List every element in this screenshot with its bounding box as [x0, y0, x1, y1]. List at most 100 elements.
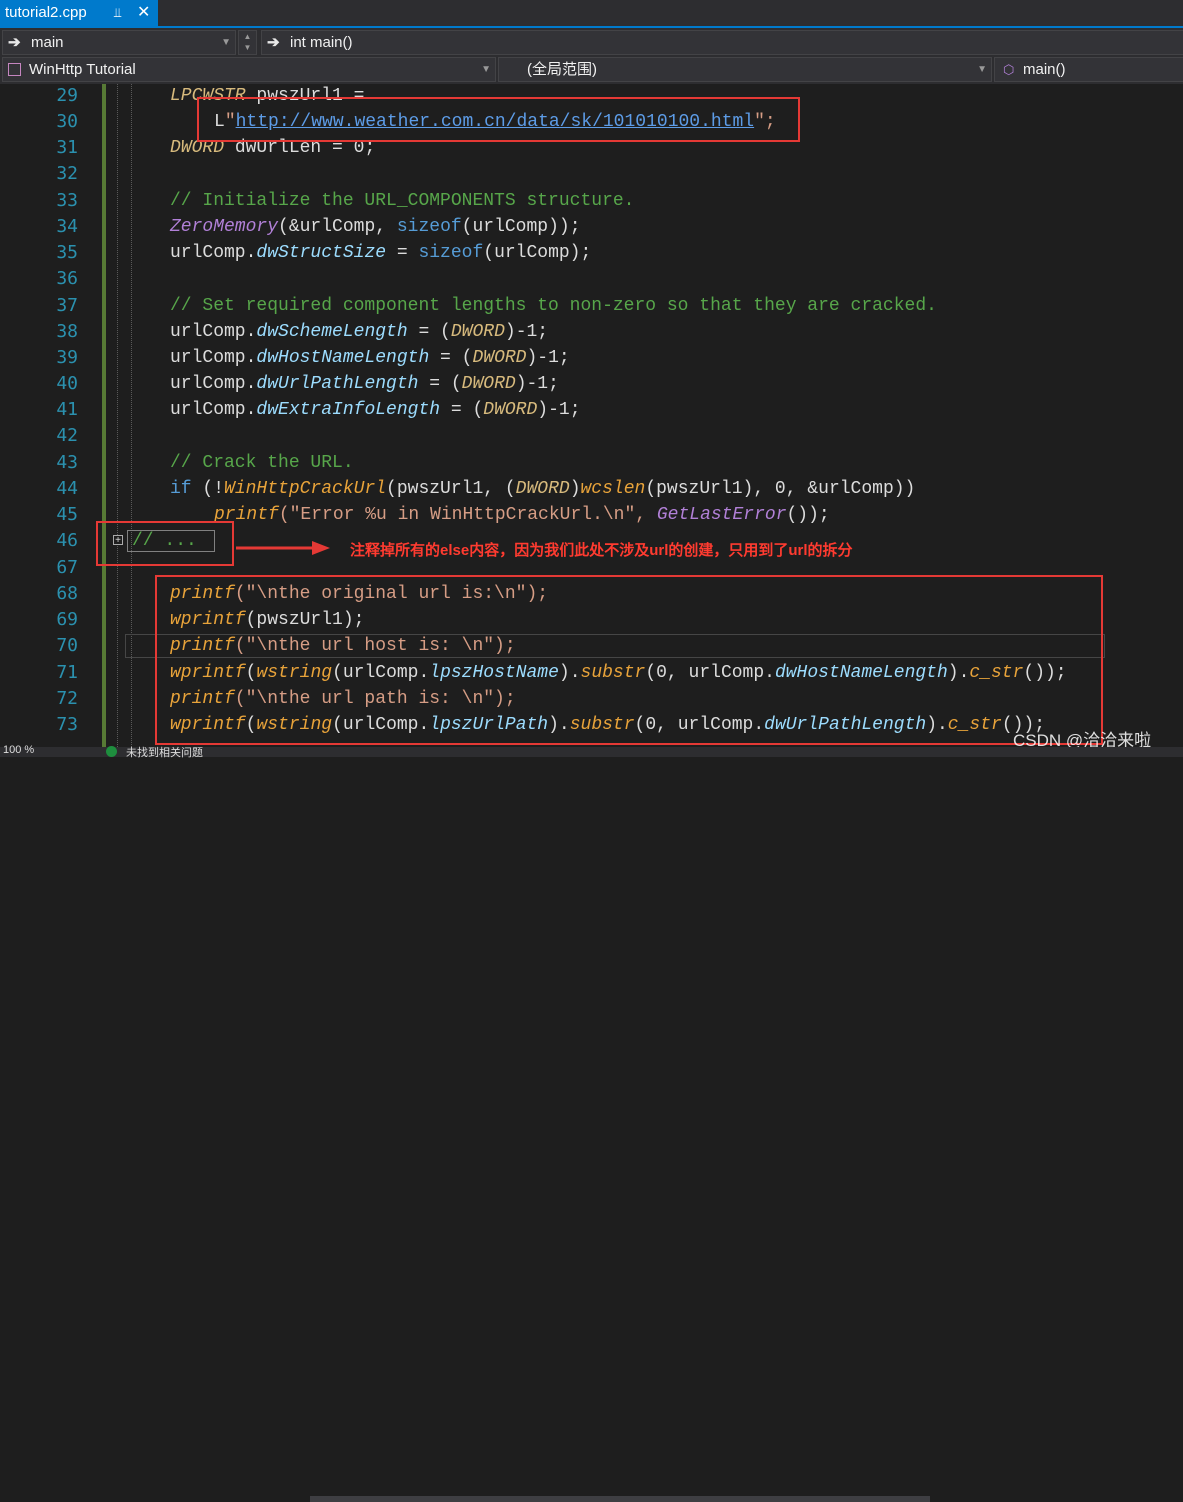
- token: if: [170, 479, 192, 499]
- code-editor[interactable]: 29 30 31 32 33 34 35 36 37 38 39 40 41 42 43 44 45 46 67 68…: [0, 84, 1183, 747]
- issues-status[interactable]: 未找到相关问题: [126, 744, 203, 760]
- line-number: 42: [56, 425, 78, 446]
- chevron-down-icon: ▼: [481, 64, 491, 75]
- function-dropdown[interactable]: ⬡ main(): [994, 57, 1183, 82]
- project-dropdown[interactable]: WinHttp Tutorial ▼: [2, 57, 496, 82]
- token: DWORD: [461, 374, 516, 394]
- member-dropdown[interactable]: ➔ int main(): [261, 30, 1183, 55]
- print-block-highlight-box: [155, 575, 1103, 745]
- line-number: 29: [56, 85, 78, 106]
- function-label: main(): [1023, 61, 1066, 78]
- token: ZeroMemory: [170, 217, 279, 237]
- token: urlComp.: [170, 243, 257, 263]
- token: urlComp.: [170, 322, 257, 342]
- member-label: int main(): [290, 34, 353, 51]
- code-line-39[interactable]: urlComp.dwHostNameLength = (DWORD)-1;: [170, 345, 570, 371]
- line-number: 43: [56, 452, 78, 473]
- project-icon: [8, 63, 21, 76]
- line-number: 45: [56, 504, 78, 525]
- line-number: 72: [56, 688, 78, 709]
- scope-label: main: [31, 34, 64, 51]
- line-number: 44: [56, 478, 78, 499]
- close-icon[interactable]: ✕: [137, 0, 150, 26]
- token: DWORD: [515, 479, 570, 499]
- token: dwStructSize: [256, 243, 387, 263]
- glyph-margin: [0, 84, 20, 747]
- token: dwSchemeLength: [256, 322, 408, 342]
- document-tab-strip: tutorial2.cpp ⫫ ✕: [0, 0, 1183, 28]
- chevron-down-icon: ▼: [221, 37, 231, 48]
- line-number: 38: [56, 321, 78, 342]
- token: DWORD: [450, 322, 505, 342]
- line-number: 67: [56, 557, 78, 578]
- code-line-43[interactable]: // Crack the URL.: [170, 450, 354, 476]
- token: wcslen: [580, 479, 646, 499]
- line-number: 31: [56, 137, 78, 158]
- scope-dropdown[interactable]: ➔ main ▼: [2, 30, 236, 55]
- token: DWORD: [483, 400, 538, 420]
- token: )-1;: [537, 400, 581, 420]
- line-number: 30: [56, 111, 78, 132]
- token: = (: [407, 322, 451, 342]
- token: DWORD: [472, 348, 527, 368]
- code-navigation-bar: WinHttp Tutorial ▼ (全局范围) ▼ ⬡ main(): [0, 56, 1183, 84]
- url-highlight-box: [197, 97, 800, 142]
- line-number: 34: [56, 216, 78, 237]
- token: (pwszUrl1, (: [386, 479, 516, 499]
- cube-icon: ⬡: [1003, 62, 1015, 77]
- token: = (: [418, 374, 462, 394]
- check-circle-icon: [106, 746, 117, 757]
- line-number: 71: [56, 662, 78, 683]
- token: dwExtraInfoLength: [256, 400, 441, 420]
- code-line-33[interactable]: // Initialize the URL_COMPONENTS structu…: [170, 188, 634, 214]
- line-number: 40: [56, 373, 78, 394]
- token: ("Error %u in WinHttpCrackUrl.\n",: [278, 505, 657, 525]
- token: urlComp.: [170, 374, 257, 394]
- code-line-44[interactable]: if (!WinHttpCrackUrl(pwszUrl1, (DWORD)wc…: [170, 476, 915, 502]
- token: ());: [786, 505, 830, 525]
- token: (urlComp));: [461, 217, 581, 237]
- status-bar: 100 % 未找到相关问题: [0, 744, 1183, 1502]
- token: )-1;: [526, 348, 570, 368]
- token: sizeof: [418, 243, 484, 263]
- code-line-37[interactable]: // Set required component lengths to non…: [170, 293, 937, 319]
- code-line-45[interactable]: printf("Error %u in WinHttpCrackUrl.\n",…: [214, 502, 830, 528]
- token: urlComp.: [170, 400, 257, 420]
- token: dwHostNameLength: [256, 348, 430, 368]
- token: = (: [440, 400, 484, 420]
- token: )-1;: [515, 374, 559, 394]
- project-label: WinHttp Tutorial: [29, 61, 136, 78]
- tab-tutorial2-cpp[interactable]: tutorial2.cpp ⫫ ✕: [0, 0, 158, 26]
- token: =: [386, 243, 419, 263]
- tab-title: tutorial2.cpp: [5, 4, 87, 21]
- pin-icon[interactable]: ⫫: [114, 0, 121, 26]
- line-number: 35: [56, 242, 78, 263]
- line-number: 69: [56, 609, 78, 630]
- code-line-40[interactable]: urlComp.dwUrlPathLength = (DWORD)-1;: [170, 371, 559, 397]
- horizontal-scrollbar[interactable]: [310, 1496, 930, 1502]
- code-line-41[interactable]: urlComp.dwExtraInfoLength = (DWORD)-1;: [170, 397, 581, 423]
- token: (!: [191, 479, 225, 499]
- indent-guide: [117, 84, 118, 747]
- code-line-35[interactable]: urlComp.dwStructSize = sizeof(urlComp);: [170, 240, 591, 266]
- arrow-right-icon: ➔: [267, 34, 280, 51]
- line-number: 41: [56, 399, 78, 420]
- line-number: 70: [56, 635, 78, 656]
- token: sizeof: [396, 217, 462, 237]
- line-number: 46: [56, 530, 78, 551]
- line-number: 32: [56, 163, 78, 184]
- change-tracking-bar: [102, 84, 106, 747]
- zoom-level[interactable]: 100 %: [3, 744, 34, 756]
- collapsed-region-highlight-box: [96, 521, 234, 566]
- token: (&urlComp,: [278, 217, 397, 237]
- token: GetLastError: [656, 505, 787, 525]
- annotation-text: 注释掉所有的else内容，因为我们此处不涉及url的创建，只用到了url的拆分: [350, 542, 853, 559]
- code-line-38[interactable]: urlComp.dwSchemeLength = (DWORD)-1;: [170, 319, 548, 345]
- chevron-down-icon: ▼: [977, 64, 987, 75]
- arrow-right-icon: ➔: [8, 34, 21, 51]
- global-scope-dropdown[interactable]: (全局范围) ▼: [498, 57, 992, 82]
- scope-spin-buttons[interactable]: ▲ ▼: [238, 30, 257, 55]
- line-number: 73: [56, 714, 78, 735]
- token: )-1;: [504, 322, 549, 342]
- code-line-34[interactable]: ZeroMemory(&urlComp, sizeof(urlComp));: [170, 214, 581, 240]
